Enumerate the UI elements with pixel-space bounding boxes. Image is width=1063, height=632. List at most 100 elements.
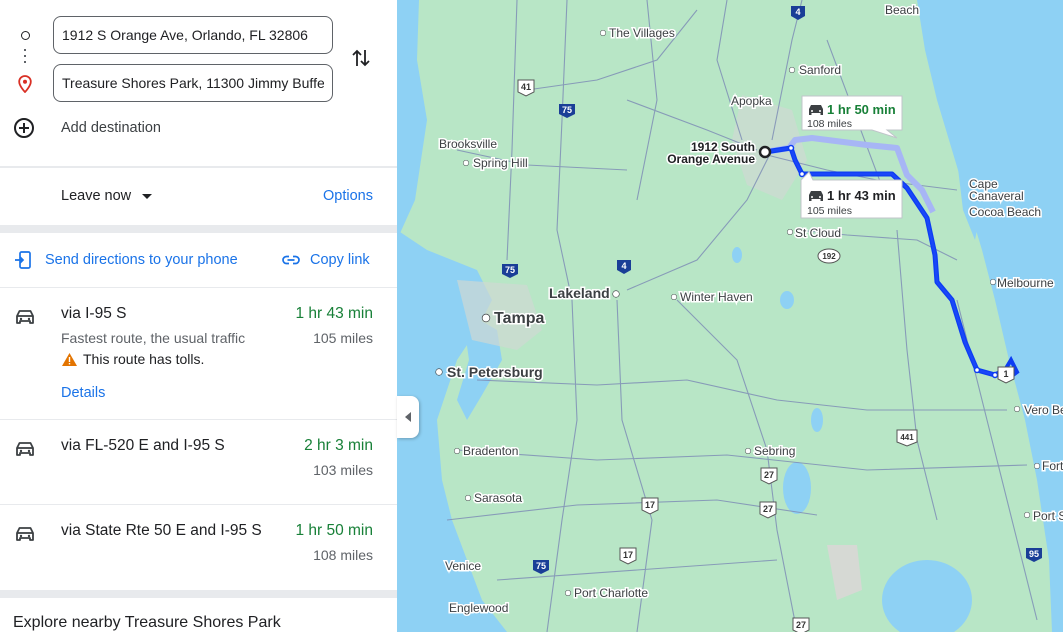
lake xyxy=(783,462,811,514)
place-label: Canaveral xyxy=(969,189,1024,203)
svg-text:441: 441 xyxy=(900,433,914,442)
route-distance: 108 miles xyxy=(313,547,373,563)
route-callout-alternate[interactable]: 1 hr 50 min 108 miles xyxy=(801,95,903,139)
place-label: Englewood xyxy=(449,601,508,615)
place-label: Sebring xyxy=(754,444,795,458)
toll-warning-text: This route has tolls. xyxy=(83,351,205,367)
place-label: Sanford xyxy=(799,63,841,77)
shield-i75-south: 75 xyxy=(533,560,549,574)
route-details-link[interactable]: Details xyxy=(61,385,105,401)
place-label: Bradenton xyxy=(463,444,518,458)
shield-i4-lakeland: 4 xyxy=(617,260,631,274)
shield-i4-north: 4 xyxy=(791,6,805,20)
route-distance: 105 miles xyxy=(313,330,373,346)
place-label: Apopka xyxy=(731,94,772,108)
lake xyxy=(780,291,794,309)
svg-text:4: 4 xyxy=(621,261,626,271)
shield-us17-west: 17 xyxy=(641,497,659,515)
link-icon xyxy=(282,255,300,265)
svg-text:27: 27 xyxy=(796,620,806,630)
destination-pin-icon xyxy=(16,74,34,94)
toll-warning: This route has tolls. xyxy=(61,351,204,367)
place-label: Venice xyxy=(445,559,481,573)
send-to-phone-icon xyxy=(15,251,31,269)
origin-marker-icon[interactable] xyxy=(758,145,772,159)
svg-text:17: 17 xyxy=(645,500,655,510)
copy-link-label: Copy link xyxy=(310,252,370,268)
svg-text:75: 75 xyxy=(562,105,572,115)
route-option-1[interactable]: via I-95 S 1 hr 43 min Fastest route, th… xyxy=(0,288,397,419)
warning-icon xyxy=(62,352,77,366)
route-option-3[interactable]: via State Rte 50 E and I-95 S 1 hr 50 mi… xyxy=(0,505,397,589)
send-directions-button[interactable]: Send directions to your phone xyxy=(14,250,238,270)
explore-nearby-heading: Explore nearby Treasure Shores Park xyxy=(13,614,281,631)
route-distance: 103 miles xyxy=(313,462,373,478)
callout-time: 1 hr 43 min xyxy=(827,188,896,203)
route-name: via State Rte 50 E and I-95 S xyxy=(61,522,262,539)
callout-time: 1 hr 50 min xyxy=(827,102,896,117)
add-circle-icon xyxy=(14,118,34,138)
route-description: Fastest route, the usual traffic xyxy=(61,330,246,346)
place-label: Melbourne xyxy=(997,276,1054,290)
place-label: The Villages xyxy=(609,26,675,40)
shield-us27-sebring: 27 xyxy=(760,467,778,485)
leave-now-dropdown[interactable]: Leave now xyxy=(61,188,153,204)
place-label: Sarasota xyxy=(474,491,522,505)
place-label: Spring Hill xyxy=(473,156,528,170)
section-divider xyxy=(0,590,397,598)
place-label: Beach xyxy=(885,3,919,17)
callout-distance: 108 miles xyxy=(807,118,852,130)
place-label: Brooksville xyxy=(439,137,497,151)
options-button[interactable]: Options xyxy=(323,188,373,204)
lake xyxy=(732,247,742,263)
route-callout-primary[interactable]: 1 hr 43 min 105 miles xyxy=(800,171,903,219)
svg-text:17: 17 xyxy=(623,550,633,560)
origin-marker-icon xyxy=(16,26,34,44)
place-label: St Cloud xyxy=(795,226,841,240)
shield-sr192: 192 xyxy=(817,248,841,264)
directions-panel: 1912 S Orange Ave, Orlando, FL 32806 Tre… xyxy=(0,0,398,632)
shield-i75-north: 75 xyxy=(559,104,575,118)
atlantic-ocean-water xyxy=(917,0,1063,632)
place-label: Cocoa Beach xyxy=(969,205,1041,219)
lake-placid-area xyxy=(827,545,862,600)
route-time: 1 hr 43 min xyxy=(295,305,373,322)
origin-input[interactable]: 1912 S Orange Ave, Orlando, FL 32806 xyxy=(53,16,333,54)
svg-text:27: 27 xyxy=(764,470,774,480)
route-name: via FL-520 E and I-95 S xyxy=(61,437,225,454)
leave-now-label: Leave now xyxy=(61,188,132,204)
map-canvas[interactable]: 4 41 75 75 4 192 441 27 17 27 17 75 95 2… xyxy=(397,0,1063,632)
callout-distance: 105 miles xyxy=(807,205,852,217)
place-label-lakeland: Lakeland xyxy=(549,285,610,301)
route-option-2[interactable]: via FL-520 E and I-95 S 2 hr 3 min 103 m… xyxy=(0,420,397,504)
section-divider xyxy=(0,225,397,233)
svg-text:27: 27 xyxy=(763,504,773,514)
shield-i75-tampa: 75 xyxy=(502,264,518,278)
send-directions-label: Send directions to your phone xyxy=(45,252,238,268)
divider xyxy=(0,166,397,168)
place-label: Winter Haven xyxy=(680,290,753,304)
add-destination-button[interactable]: Add destination xyxy=(14,118,161,138)
shield-us27-bottom: 27 xyxy=(792,617,810,632)
swap-waypoints-icon[interactable] xyxy=(350,46,372,70)
route-time: 1 hr 50 min xyxy=(295,522,373,539)
place-label: Vero Be xyxy=(1024,403,1063,417)
shield-i95-south: 95 xyxy=(1026,548,1042,562)
origin-label-line2: Orange Avenue xyxy=(667,152,755,166)
collapse-panel-button[interactable] xyxy=(397,396,419,438)
svg-text:75: 75 xyxy=(536,561,546,571)
destination-marker[interactable]: 1 xyxy=(997,366,1015,384)
copy-link-button[interactable]: Copy link xyxy=(281,250,370,270)
gulf-water xyxy=(397,0,427,240)
svg-text:192: 192 xyxy=(822,252,836,261)
place-label-tampa: Tampa xyxy=(494,310,544,327)
svg-text:4: 4 xyxy=(795,7,800,17)
lake-okeechobee xyxy=(882,560,972,632)
route-time: 2 hr 3 min xyxy=(304,437,373,454)
shield-us27-south: 27 xyxy=(759,501,777,519)
place-label-st-petersburg: St. Petersburg xyxy=(447,364,543,380)
add-destination-label: Add destination xyxy=(61,120,161,136)
shield-us17-south: 17 xyxy=(619,547,637,565)
lake xyxy=(811,408,823,432)
destination-input[interactable]: Treasure Shores Park, 11300 Jimmy Buffet… xyxy=(53,64,333,102)
